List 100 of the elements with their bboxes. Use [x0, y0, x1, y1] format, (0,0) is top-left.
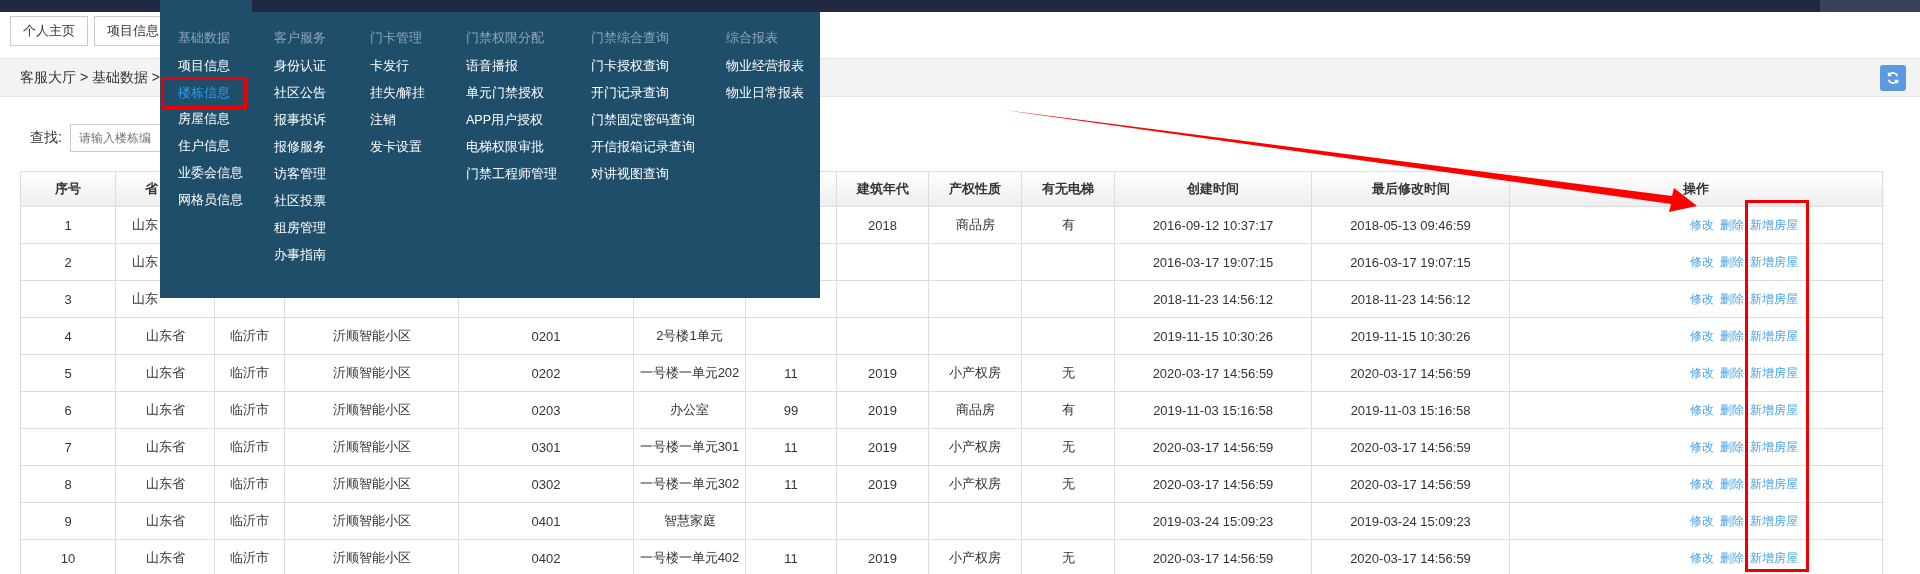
menu-item[interactable]: 对讲视图查询	[591, 161, 669, 188]
menu-item[interactable]: 物业日常报表	[726, 80, 804, 107]
table-cell: 7	[64, 439, 72, 455]
table-cell: 1	[64, 217, 72, 233]
table-cell: 2020-03-17 14:56:59	[1350, 365, 1471, 381]
table-cell: 2020-03-17 14:56:59	[1152, 476, 1274, 492]
table-cell: 无	[1061, 438, 1075, 456]
menu-item[interactable]: 挂失/解挂	[370, 80, 426, 107]
table-cell: 5	[64, 365, 72, 381]
column-header: 产权性质	[949, 180, 1001, 198]
column-header: 有无电梯	[1042, 180, 1094, 198]
menu-item[interactable]: 项目信息	[178, 53, 230, 80]
menu-item[interactable]: 社区投票	[274, 188, 326, 215]
table-cell: 2019-03-24 15:09:23	[1152, 513, 1274, 529]
menu-item[interactable]: 业委会信息	[178, 160, 243, 187]
table-cell: 2016-03-17 19:07:15	[1350, 254, 1471, 270]
table-cell: 0302	[531, 476, 561, 492]
column-header: 操作	[1683, 180, 1709, 198]
menu-item[interactable]: 房屋信息	[178, 106, 230, 133]
top-bar-button[interactable]	[1820, 0, 1920, 12]
menu-item[interactable]: 社区公告	[274, 80, 326, 107]
table-cell: 办公室	[670, 401, 709, 419]
table-cell: 0201	[531, 328, 561, 344]
table-cell: 无	[1061, 475, 1075, 493]
menu-item[interactable]: 发卡设置	[370, 134, 422, 161]
table-cell: 有	[1061, 216, 1075, 234]
table-cell: 沂顺智能小区	[332, 438, 411, 456]
menu-item[interactable]: 开信报箱记录查询	[591, 134, 695, 161]
table-cell: 4	[64, 328, 72, 344]
page-tab[interactable]: 个人主页	[10, 16, 88, 46]
table-cell: 2019-11-15 10:30:26	[1153, 328, 1273, 344]
table-cell: 2020-03-17 14:56:59	[1350, 476, 1471, 492]
table-cell: 山东省	[145, 512, 185, 530]
table-cell: 2018-11-23 14:56:12	[1153, 291, 1273, 307]
menu-item[interactable]: 住户信息	[178, 133, 230, 160]
menu-heading: 门禁综合查询	[591, 29, 669, 47]
table-cell: 小产权房	[949, 549, 1001, 567]
table-cell: 2018	[868, 217, 897, 233]
column-header: 建筑年代	[856, 180, 909, 198]
table-cell: 商品房	[955, 216, 995, 234]
menu-item[interactable]: 门卡授权查询	[591, 53, 669, 80]
table-cell: 小产权房	[949, 364, 1001, 382]
table-cell: 无	[1061, 549, 1075, 567]
menu-heading: 门禁权限分配	[466, 29, 544, 47]
column-header: 序号	[55, 180, 81, 198]
menu-item[interactable]: 电梯权限审批	[466, 134, 544, 161]
table-cell: 山东	[132, 216, 158, 234]
menu-item[interactable]: 单元门禁授权	[466, 80, 544, 107]
table-cell: 0203	[531, 402, 561, 418]
table-cell: 2019	[868, 402, 897, 418]
table-cell: 临沂市	[230, 438, 269, 456]
menu-item[interactable]: 报事投诉	[274, 107, 326, 134]
column-header: 省	[145, 180, 158, 198]
column-header: 创建时间	[1187, 180, 1239, 198]
table-cell: 有	[1061, 401, 1075, 419]
table-cell: 9	[64, 513, 72, 529]
table-cell: 11	[784, 476, 798, 492]
table-cell: 山东省	[145, 475, 185, 493]
table-cell: 山东	[132, 290, 158, 308]
table-cell: 无	[1061, 364, 1075, 382]
menu-item[interactable]: 办事指南	[274, 242, 326, 269]
table-cell: 2019-11-15 10:30:26	[1350, 328, 1471, 344]
menu-item[interactable]: APP用户授权	[466, 107, 543, 134]
menu-item[interactable]: 语音播报	[466, 53, 518, 80]
table-cell: 2016-03-17 19:07:15	[1152, 254, 1274, 270]
table-cell: 商品房	[955, 401, 995, 419]
table-cell: 2019-11-03 15:16:58	[1153, 402, 1273, 418]
menu-item[interactable]: 门禁工程师管理	[466, 161, 557, 188]
table-cell: 2016-09-12 10:37:17	[1152, 217, 1274, 233]
menu-item[interactable]: 门禁固定密码查询	[591, 107, 695, 134]
table-cell: 2018-05-13 09:46:59	[1350, 217, 1471, 233]
menu-item[interactable]: 访客管理	[274, 161, 326, 188]
table-cell: 一号楼一单元202	[639, 364, 740, 382]
table-cell: 山东省	[145, 364, 185, 382]
table-cell: 一号楼一单元301	[639, 438, 740, 456]
menu-item[interactable]: 网格员信息	[178, 187, 243, 214]
menu-item[interactable]: 开门记录查询	[591, 80, 669, 107]
menu-item[interactable]: 租房管理	[274, 215, 326, 242]
menu-heading: 综合报表	[726, 29, 778, 47]
menu-item[interactable]: 注销	[370, 107, 396, 134]
menu-heading: 门卡管理	[370, 29, 422, 47]
menu-item[interactable]: 身份认证	[274, 53, 326, 80]
table-cell: 0402	[531, 550, 561, 566]
nav-tab[interactable]	[160, 0, 252, 12]
menu-item[interactable]: 报修服务	[274, 134, 326, 161]
menu-heading: 基础数据	[178, 29, 230, 47]
table-cell: 临沂市	[230, 512, 269, 530]
menu-item[interactable]: 卡发行	[370, 53, 409, 80]
table-cell: 沂顺智能小区	[332, 364, 411, 382]
table-cell: 11	[784, 550, 798, 566]
table-cell: 小产权房	[949, 475, 1001, 493]
table-cell: 2019	[868, 550, 897, 566]
table-cell: 临沂市	[230, 364, 269, 382]
refresh-button[interactable]	[1880, 64, 1906, 91]
table-cell: 10	[60, 550, 76, 566]
table-cell: 一号楼一单元402	[639, 549, 740, 567]
table-cell: 一号楼一单元302	[639, 475, 740, 493]
table-cell: 临沂市	[230, 475, 269, 493]
table-cell: 2号楼1单元	[656, 327, 723, 345]
menu-item[interactable]: 物业经营报表	[726, 53, 804, 80]
